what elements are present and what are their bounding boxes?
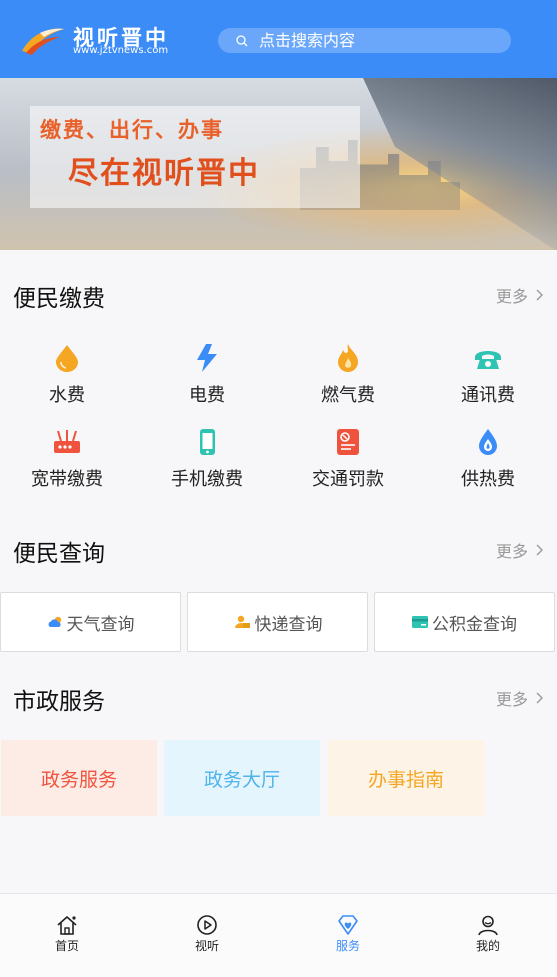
diamond-heart-icon bbox=[338, 915, 358, 935]
heat-drop-icon bbox=[479, 429, 497, 455]
gov-card-label: 政务服务 bbox=[40, 768, 117, 791]
pay-item-label: 通讯费 bbox=[461, 385, 515, 406]
banner-slogan: 尽在视听晋中 bbox=[68, 156, 260, 191]
search-icon bbox=[236, 35, 248, 47]
gov-card-guide[interactable]: 办事指南 bbox=[328, 740, 484, 816]
weather-icon bbox=[48, 616, 61, 627]
app-logo[interactable]: 视听晋中 www.jztvnews.com bbox=[20, 20, 180, 60]
tab-home[interactable]: 首页 bbox=[27, 914, 107, 956]
tab-label: 我的 bbox=[475, 939, 500, 953]
query-label: 公积金查询 bbox=[432, 614, 517, 635]
top-header: 视听晋中 www.jztvnews.com 点击搜索内容 bbox=[0, 0, 557, 78]
tab-label: 服务 bbox=[335, 939, 360, 953]
search-bar[interactable]: 点击搜索内容 bbox=[218, 28, 511, 53]
pay-item-gas[interactable]: 燃气费 bbox=[288, 343, 408, 423]
payments-more-link[interactable]: 更多 bbox=[496, 283, 543, 307]
telephone-icon bbox=[475, 351, 501, 369]
pay-item-mobile[interactable]: 手机缴费 bbox=[147, 427, 267, 507]
home-icon bbox=[57, 916, 77, 935]
courier-icon bbox=[234, 615, 250, 628]
gov-card-label: 办事指南 bbox=[367, 768, 444, 791]
play-icon bbox=[197, 915, 217, 935]
pay-item-label: 供热费 bbox=[461, 469, 515, 490]
gov-card-label: 政务大厅 bbox=[203, 768, 280, 791]
gov-card-services[interactable]: 政务服务 bbox=[1, 740, 157, 816]
query-label: 快递查询 bbox=[254, 614, 323, 635]
pay-item-label: 电费 bbox=[189, 385, 225, 406]
promo-banner[interactable]: 缴费、出行、办事 尽在视听晋中 bbox=[0, 78, 557, 250]
gov-card-hall[interactable]: 政务大厅 bbox=[164, 740, 320, 816]
logo-swoosh-icon bbox=[22, 28, 64, 55]
card-icon bbox=[412, 616, 428, 628]
router-icon bbox=[54, 430, 80, 453]
water-drop-icon bbox=[56, 345, 78, 372]
pay-item-label: 燃气费 bbox=[321, 385, 375, 406]
tab-video[interactable]: 视听 bbox=[167, 914, 247, 956]
tab-label: 视听 bbox=[194, 939, 219, 953]
pay-item-label: 宽带缴费 bbox=[31, 469, 103, 490]
lightning-icon bbox=[197, 344, 217, 372]
more-label: 更多 bbox=[495, 287, 528, 306]
query-housing-fund[interactable]: 公积金查询 bbox=[374, 592, 555, 652]
chevron-right-icon bbox=[536, 692, 543, 704]
banner-headline: 缴费、出行、办事 bbox=[40, 118, 224, 142]
queries-more-link[interactable]: 更多 bbox=[496, 538, 543, 562]
query-weather[interactable]: 天气查询 bbox=[0, 592, 181, 652]
more-label: 更多 bbox=[495, 542, 528, 561]
pay-item-water[interactable]: 水费 bbox=[7, 343, 127, 423]
pay-item-electricity[interactable]: 电费 bbox=[147, 343, 267, 423]
pay-item-label: 交通罚款 bbox=[312, 469, 384, 490]
municipal-more-link[interactable]: 更多 bbox=[496, 686, 543, 710]
pay-item-traffic-fine[interactable]: 交通罚款 bbox=[288, 427, 408, 507]
more-label: 更多 bbox=[495, 690, 528, 709]
bottom-tab-bar: 首页 视听 服务 我的 bbox=[0, 893, 557, 977]
pay-item-heating[interactable]: 供热费 bbox=[428, 427, 548, 507]
pay-item-telecom[interactable]: 通讯费 bbox=[428, 343, 548, 423]
query-label: 天气查询 bbox=[66, 614, 135, 635]
chevron-right-icon bbox=[536, 544, 543, 556]
tab-label: 首页 bbox=[54, 939, 79, 953]
tab-profile[interactable]: 我的 bbox=[448, 914, 528, 956]
pay-item-broadband[interactable]: 宽带缴费 bbox=[7, 427, 127, 507]
pay-item-label: 手机缴费 bbox=[171, 469, 243, 490]
section-title-queries: 便民查询 bbox=[13, 541, 105, 567]
search-placeholder: 点击搜索内容 bbox=[259, 31, 356, 50]
query-courier[interactable]: 快递查询 bbox=[187, 592, 368, 652]
section-title-municipal: 市政服务 bbox=[13, 689, 105, 715]
ticket-icon bbox=[337, 429, 359, 455]
section-title-payments: 便民缴费 bbox=[13, 286, 105, 312]
flame-icon bbox=[338, 344, 358, 372]
user-icon bbox=[478, 915, 498, 936]
logo-url: www.jztvnews.com bbox=[73, 45, 169, 56]
mobile-phone-icon bbox=[200, 429, 215, 455]
pay-item-label: 水费 bbox=[49, 385, 85, 406]
chevron-right-icon bbox=[536, 289, 543, 301]
tab-services[interactable]: 服务 bbox=[308, 914, 388, 956]
